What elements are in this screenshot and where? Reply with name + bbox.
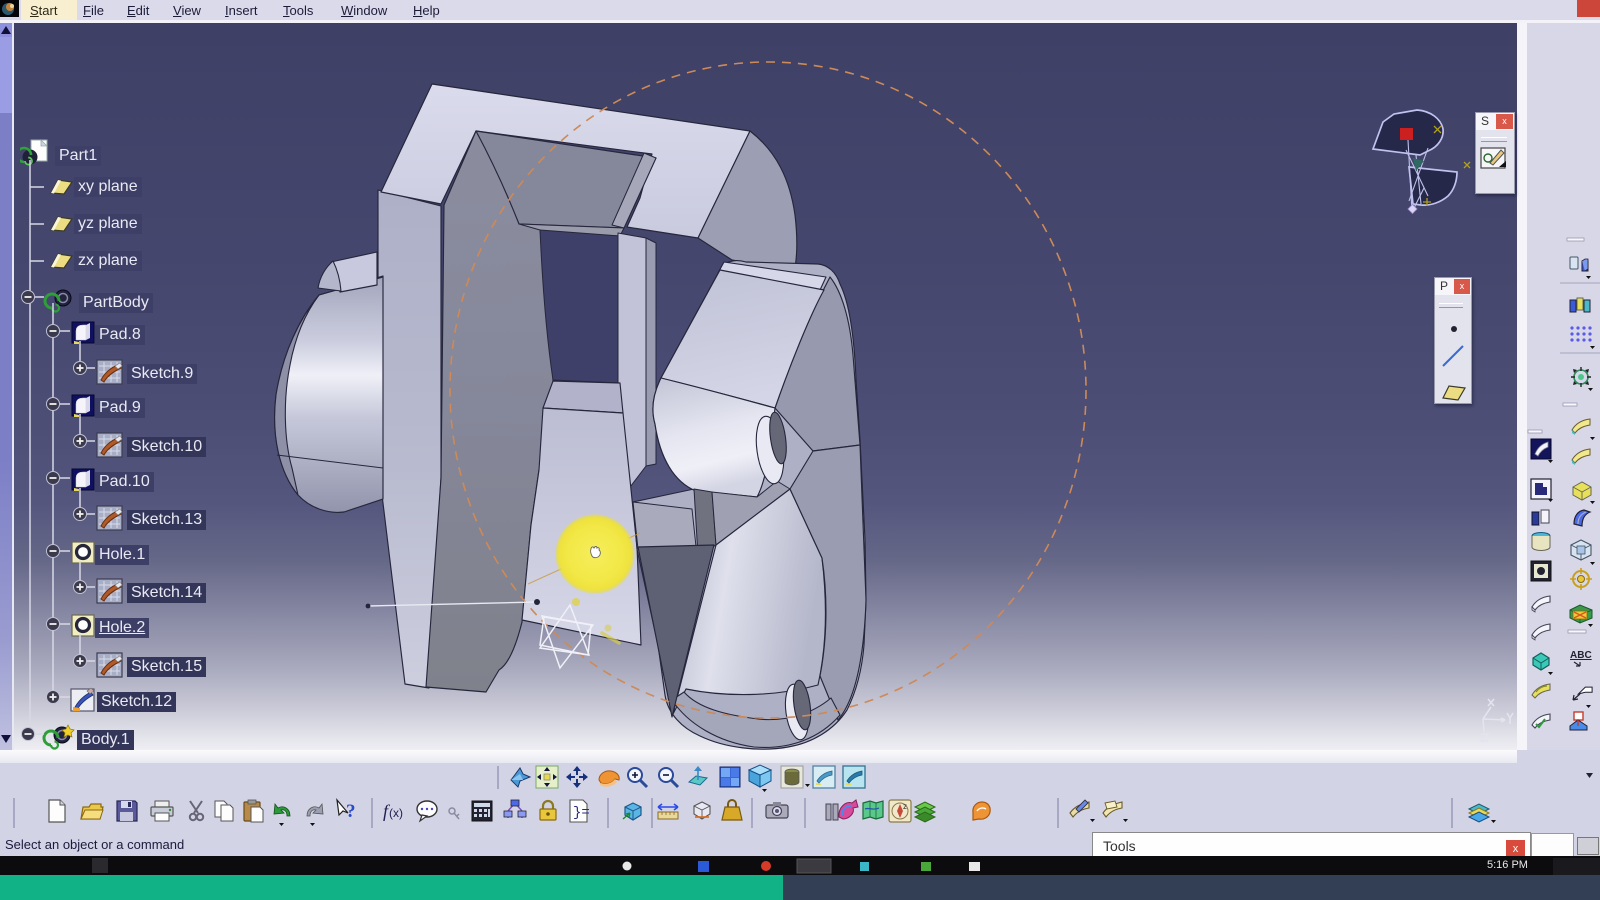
svg-text:ABC: ABC — [1570, 650, 1592, 661]
svg-text:(x): (x) — [389, 806, 403, 820]
svg-text:z: z — [903, 802, 907, 811]
svg-text:?: ? — [346, 801, 356, 822]
svg-text:}=: }= — [573, 805, 590, 821]
